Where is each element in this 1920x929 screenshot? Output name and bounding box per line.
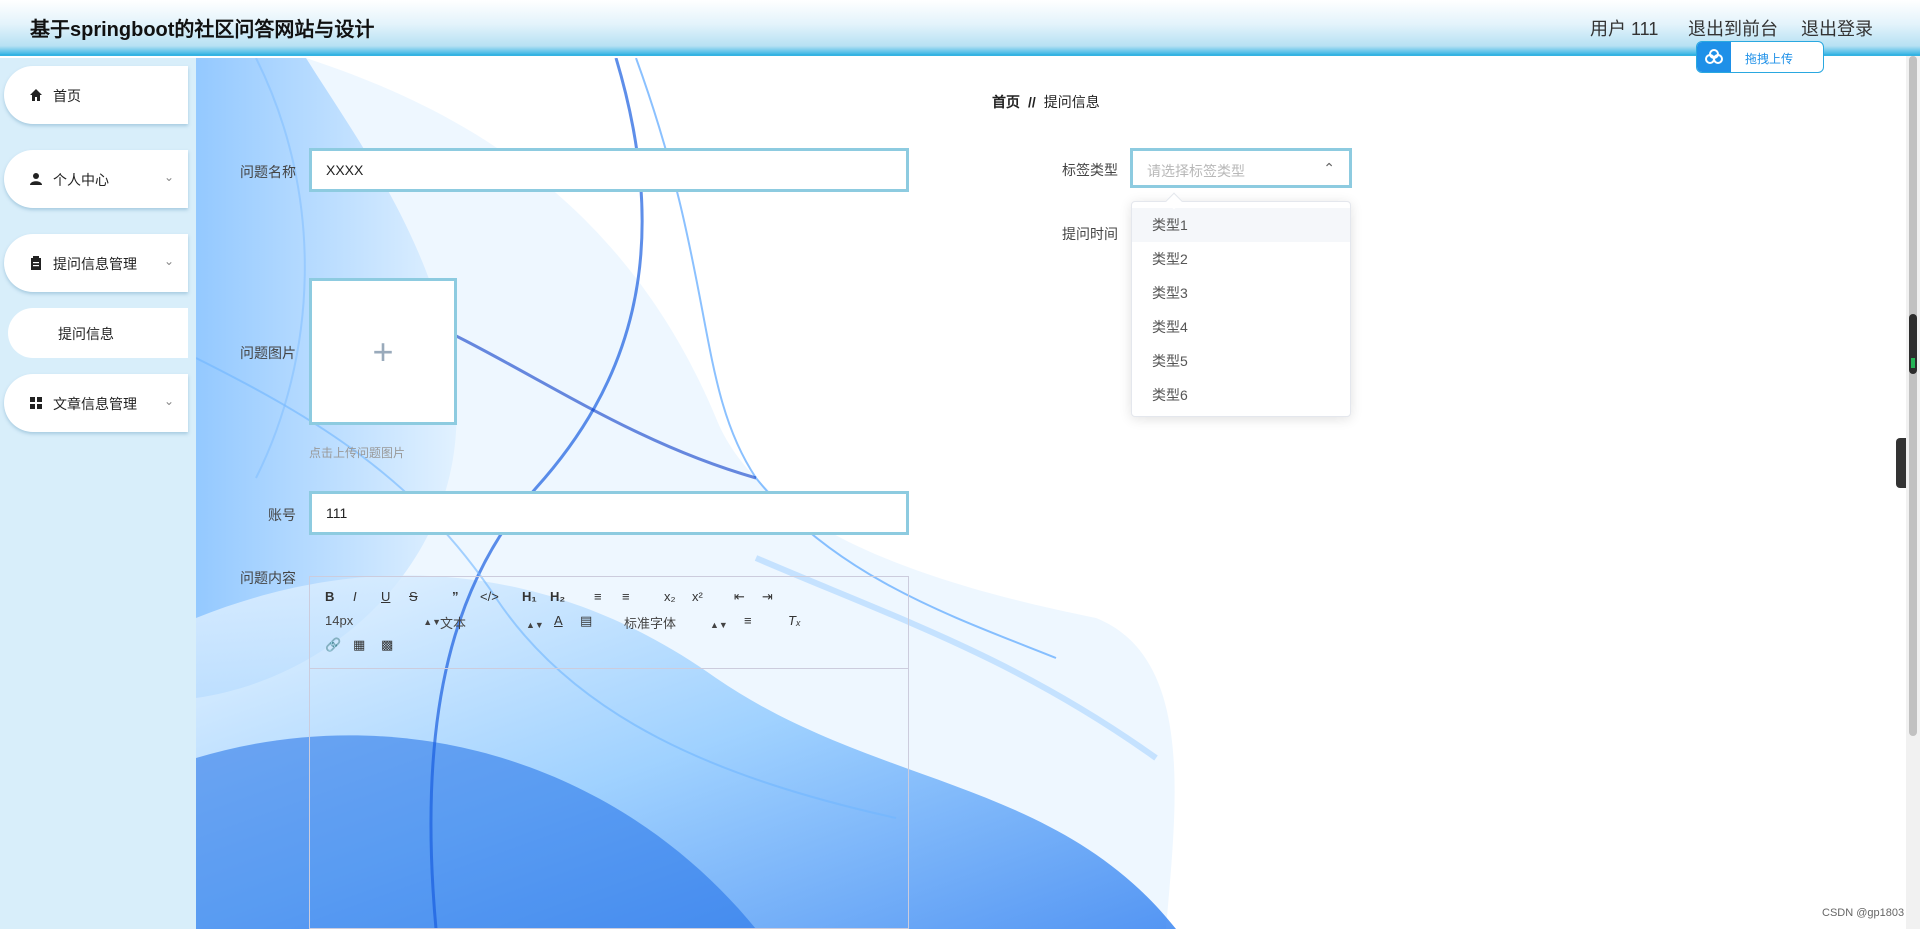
scroll-marker (1909, 314, 1917, 374)
account-label: 账号 (268, 507, 296, 523)
editor-toolbar: B I U S ” </> H₁ H₂ ≡ ≡ x₂ x² ⇤ ⇥ 14px ▲▼… (310, 577, 908, 669)
outdent-icon[interactable]: ⇤ (734, 589, 745, 605)
chevron-up-icon: ⌃ (1323, 160, 1335, 176)
video-icon[interactable]: ▩ (381, 637, 393, 653)
question-image-label: 问题图片 (240, 345, 296, 361)
tag-type-placeholder: 请选择标签类型 (1147, 163, 1245, 179)
sidebar: 首页 个人中心 ⌄ 提问信息管理 ⌄ 提问信息 文章信息管理 ⌄ (0, 58, 196, 929)
dropdown-option[interactable]: 类型6 (1132, 378, 1350, 412)
link-icon[interactable]: 🔗 (325, 637, 341, 653)
image-upload-box[interactable]: + (309, 278, 457, 425)
font-size-select[interactable]: 14px ▲▼ (325, 613, 441, 628)
upload-hint: 点击上传问题图片 (309, 446, 406, 460)
dropdown-option[interactable]: 类型5 (1132, 344, 1350, 378)
breadcrumb-separator: // (1028, 94, 1036, 110)
indent-icon[interactable]: ⇥ (762, 589, 773, 605)
subscript-icon[interactable]: x₂ (664, 589, 676, 604)
underline-icon[interactable]: U (381, 589, 390, 604)
font-size-value: 14px (325, 613, 354, 628)
breadcrumb-home[interactable]: 首页 (992, 94, 1020, 110)
top-header: 基于springboot的社区问答网站与设计 用户 111 退出到前台 退出登录 (0, 0, 1920, 56)
select-arrows-icon: ▲▼ (423, 617, 442, 627)
code-block-icon[interactable]: </> (480, 589, 499, 604)
cloud-upload-icon (1697, 42, 1731, 72)
sidebar-item-label: 提问信息管理 (53, 256, 137, 272)
account-input[interactable]: 111 (309, 491, 909, 535)
font-family-select[interactable]: 标准字体 ▲▼ (624, 613, 728, 632)
chevron-down-icon: ⌄ (163, 394, 174, 408)
font-color-icon[interactable]: A (554, 613, 563, 628)
breadcrumb: 首页 // 提问信息 (992, 92, 1100, 112)
select-arrows-icon: ▲▼ (710, 620, 728, 630)
blockquote-icon[interactable]: ” (452, 589, 459, 604)
ask-time-label: 提问时间 (1062, 226, 1118, 242)
superscript-icon[interactable]: x² (692, 589, 703, 604)
paragraph-select[interactable]: 文本 ▲▼ (440, 613, 544, 632)
page-scrollbar[interactable] (1906, 56, 1920, 929)
drag-upload-label: 拖拽上传 (1745, 52, 1794, 66)
question-name-input[interactable]: XXXX (309, 148, 909, 192)
tag-type-select[interactable]: 请选择标签类型 ⌃ (1130, 148, 1352, 188)
bullet-list-icon[interactable]: ≡ (622, 589, 630, 604)
user-icon (29, 172, 43, 186)
back-to-frontend-link[interactable]: 退出到前台 (1688, 15, 1778, 41)
background-color-icon[interactable]: ▤ (580, 613, 592, 629)
image-icon[interactable]: ▦ (353, 637, 365, 653)
home-icon (29, 88, 43, 102)
heading1-icon[interactable]: H₁ (522, 589, 537, 604)
tag-type-dropdown: 类型1 类型2 类型3 类型4 类型5 类型6 (1131, 192, 1351, 417)
sidebar-item-label: 个人中心 (53, 172, 109, 188)
heading2-icon[interactable]: H₂ (550, 589, 565, 604)
sidebar-item-article-management[interactable]: 文章信息管理 ⌄ (4, 374, 188, 432)
strikethrough-icon[interactable]: S (409, 589, 418, 604)
scroll-thumb[interactable] (1909, 56, 1917, 736)
select-arrows-icon: ▲▼ (526, 620, 544, 630)
watermark: CSDN @gp1803 (1822, 907, 1905, 919)
sidebar-item-label: 首页 (53, 88, 81, 104)
dropdown-option[interactable]: 类型4 (1132, 310, 1350, 344)
clipboard-icon (29, 256, 43, 270)
plus-icon: + (372, 330, 394, 372)
paragraph-value: 文本 (440, 616, 467, 631)
sidebar-item-personal-center[interactable]: 个人中心 ⌄ (4, 150, 188, 208)
sidebar-item-label: 文章信息管理 (53, 396, 137, 412)
grid-icon (29, 396, 43, 410)
clear-format-icon[interactable]: Tₓ (788, 613, 801, 628)
breadcrumb-current: 提问信息 (1043, 94, 1100, 110)
site-title: 基于springboot的社区问答网站与设计 (30, 19, 375, 41)
sidebar-item-home[interactable]: 首页 (4, 66, 188, 124)
drag-upload-button[interactable]: 拖拽上传 (1696, 41, 1824, 73)
ordered-list-icon[interactable]: ≡ (594, 589, 602, 604)
dropdown-option[interactable]: 类型2 (1132, 242, 1350, 276)
content-label: 问题内容 (240, 570, 296, 586)
align-icon[interactable]: ≡ (744, 613, 752, 628)
sidebar-subitem-question-info[interactable]: 提问信息 (8, 308, 188, 358)
italic-icon[interactable]: I (353, 589, 357, 604)
rich-text-editor[interactable]: B I U S ” </> H₁ H₂ ≡ ≡ x₂ x² ⇤ ⇥ 14px ▲▼… (309, 576, 909, 929)
sidebar-item-question-management[interactable]: 提问信息管理 ⌄ (4, 234, 188, 292)
chevron-down-icon: ⌄ (163, 170, 174, 184)
question-name-label: 问题名称 (240, 164, 296, 180)
dropdown-option[interactable]: 类型3 (1132, 276, 1350, 310)
font-family-value: 标准字体 (624, 616, 677, 631)
dropdown-option[interactable]: 类型1 (1132, 208, 1350, 242)
chevron-down-icon: ⌄ (163, 254, 174, 268)
bold-icon[interactable]: B (325, 589, 334, 604)
logout-link[interactable]: 退出登录 (1801, 15, 1873, 41)
sidebar-subitem-label: 提问信息 (58, 326, 114, 342)
current-user: 用户 111 (1590, 19, 1659, 39)
tag-type-label: 标签类型 (1062, 162, 1118, 178)
